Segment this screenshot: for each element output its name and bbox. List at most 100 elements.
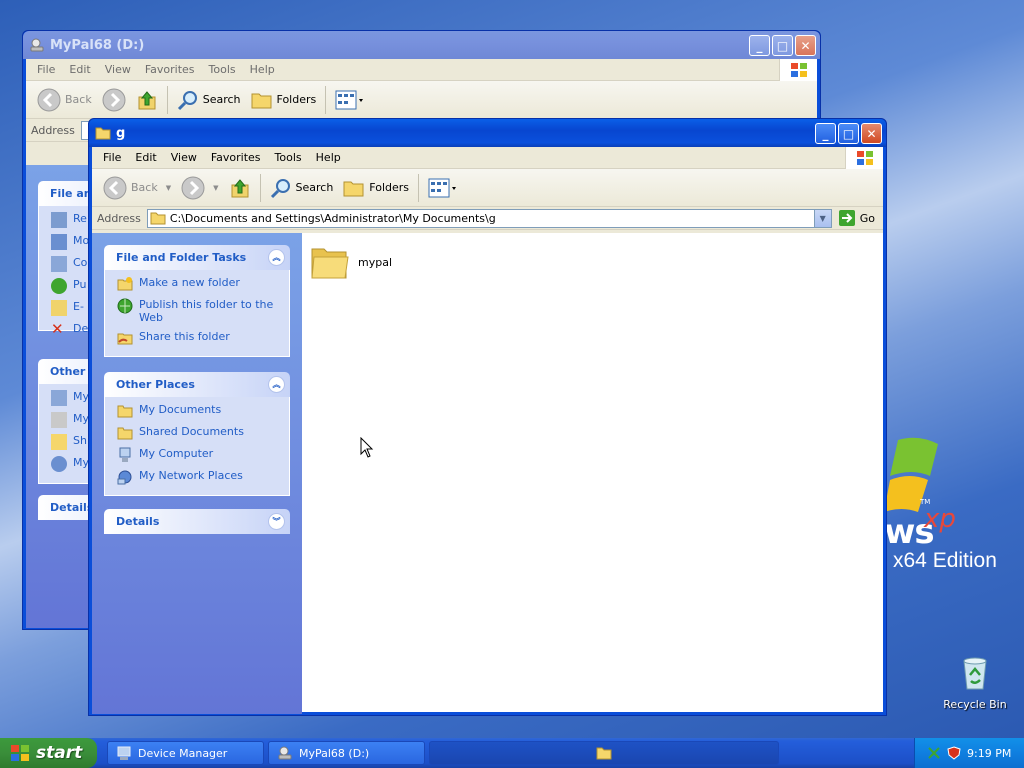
address-field[interactable]: C:\Documents and Settings\Administrator\… bbox=[146, 208, 832, 228]
panel-title: File and Folder Tasks bbox=[116, 251, 247, 264]
search-label: Search bbox=[295, 181, 334, 194]
my-documents-link[interactable]: My Documents bbox=[117, 403, 289, 419]
taskbar-device-manager[interactable]: Device Manager bbox=[107, 741, 264, 765]
toolbar-separator bbox=[166, 85, 168, 114]
menu-favorites[interactable]: Favorites bbox=[138, 63, 202, 76]
dropdown-arrow-icon: ▼ bbox=[165, 183, 172, 192]
taskbar-g-folder[interactable] bbox=[429, 741, 779, 765]
menu-edit[interactable]: Edit bbox=[128, 151, 163, 164]
mouse-cursor-icon bbox=[360, 437, 374, 458]
file-item[interactable]: mypal bbox=[310, 243, 392, 281]
folder-icon bbox=[95, 127, 111, 140]
my-network-places-link[interactable]: My Network Places bbox=[117, 469, 289, 485]
task-icon bbox=[51, 256, 67, 272]
system-tray: 9:19 PM bbox=[914, 738, 1024, 768]
mypal68-titlebar[interactable]: MyPal68 (D:) _ □ ✕ bbox=[23, 31, 820, 59]
forward-button[interactable]: ▼ bbox=[176, 173, 223, 203]
g-titlebar[interactable]: g _ □ ✕ bbox=[89, 119, 886, 147]
close-button[interactable]: ✕ bbox=[861, 123, 882, 144]
clock[interactable]: 9:19 PM bbox=[967, 747, 1011, 760]
minimize-icon: _ bbox=[756, 38, 763, 53]
network-tray-icon[interactable] bbox=[927, 746, 941, 760]
taskbar-mypal68[interactable]: MyPal68 (D:) bbox=[268, 741, 425, 765]
up-arrow-icon bbox=[138, 90, 156, 109]
window-title: g bbox=[116, 125, 126, 141]
menu-file[interactable]: File bbox=[30, 63, 62, 76]
windows-logo-icon bbox=[779, 59, 817, 81]
views-icon bbox=[335, 90, 364, 109]
search-button[interactable]: Search bbox=[172, 85, 246, 115]
menu-help[interactable]: Help bbox=[243, 63, 282, 76]
folder-icon bbox=[51, 434, 67, 450]
address-label: Address bbox=[97, 211, 141, 225]
menu-file[interactable]: File bbox=[96, 151, 128, 164]
task-pane: File and Folder Tasks ︽ Make a new folde… bbox=[92, 233, 302, 714]
minimize-button[interactable]: _ bbox=[749, 35, 770, 56]
minimize-button[interactable]: _ bbox=[815, 123, 836, 144]
my-computer-link[interactable]: My Computer bbox=[117, 447, 289, 463]
search-label: Search bbox=[202, 93, 241, 106]
up-folder-button[interactable] bbox=[224, 173, 256, 203]
recycle-bin-shortcut[interactable]: Recycle Bin bbox=[940, 655, 1010, 711]
g-window[interactable]: g _ □ ✕ File Edit View Favorites Tools H… bbox=[88, 118, 887, 716]
expand-icon[interactable]: ︾ bbox=[268, 513, 285, 530]
shared-documents-link[interactable]: Shared Documents bbox=[117, 425, 289, 441]
printer-icon bbox=[51, 412, 67, 428]
menu-view[interactable]: View bbox=[98, 63, 138, 76]
file-list-area[interactable]: mypal bbox=[302, 233, 883, 712]
publish-folder-link[interactable]: Publish this folder to the Web bbox=[117, 298, 289, 324]
views-button[interactable] bbox=[330, 85, 370, 115]
collapse-icon[interactable]: ︽ bbox=[268, 376, 285, 393]
menu-tools[interactable]: Tools bbox=[202, 63, 243, 76]
close-icon: ✕ bbox=[866, 126, 877, 141]
folders-button[interactable]: Folders bbox=[338, 173, 414, 203]
menu-help[interactable]: Help bbox=[309, 151, 348, 164]
back-arrow-icon bbox=[103, 176, 127, 199]
folders-button[interactable]: Folders bbox=[246, 85, 322, 115]
menu-view[interactable]: View bbox=[164, 151, 204, 164]
maximize-icon: □ bbox=[776, 38, 789, 53]
maximize-button[interactable]: □ bbox=[838, 123, 859, 144]
search-button[interactable]: Search bbox=[265, 173, 339, 203]
back-label: Back bbox=[65, 93, 92, 106]
up-folder-button[interactable] bbox=[131, 85, 163, 115]
folder-icon bbox=[117, 405, 133, 418]
panel-header[interactable]: Other Places ︽ bbox=[104, 372, 290, 397]
back-button[interactable]: Back bbox=[32, 85, 97, 115]
security-shield-icon[interactable] bbox=[947, 746, 961, 760]
go-button[interactable]: Go bbox=[832, 209, 883, 227]
start-button[interactable]: start bbox=[0, 738, 97, 768]
delete-icon: ✕ bbox=[51, 320, 64, 338]
menu-edit[interactable]: Edit bbox=[62, 63, 97, 76]
computer-icon bbox=[51, 390, 67, 406]
panel-header[interactable]: File and Folder Tasks ︽ bbox=[104, 245, 290, 270]
share-folder-link[interactable]: Share this folder bbox=[117, 330, 289, 346]
task-icon bbox=[51, 234, 67, 250]
forward-arrow-icon bbox=[181, 176, 205, 199]
window-title: MyPal68 (D:) bbox=[50, 37, 145, 53]
menu-tools[interactable]: Tools bbox=[268, 151, 309, 164]
address-value: C:\Documents and Settings\Administrator\… bbox=[169, 211, 496, 225]
globe-icon bbox=[117, 298, 133, 314]
search-icon bbox=[270, 178, 290, 198]
folders-icon bbox=[343, 181, 364, 196]
details-panel: Details ︾ bbox=[104, 509, 290, 534]
file-name: mypal bbox=[358, 255, 393, 269]
maximize-button[interactable]: □ bbox=[772, 35, 793, 56]
close-button[interactable]: ✕ bbox=[795, 35, 816, 56]
menu-favorites[interactable]: Favorites bbox=[204, 151, 268, 164]
forward-button[interactable] bbox=[97, 85, 131, 115]
share-folder-icon bbox=[117, 333, 133, 345]
views-button[interactable] bbox=[423, 173, 463, 203]
back-button[interactable]: Back ▼ bbox=[98, 173, 176, 203]
toolbar-separator bbox=[325, 85, 327, 114]
menubar: File Edit View Favorites Tools Help bbox=[26, 59, 817, 81]
search-icon bbox=[177, 90, 197, 110]
address-dropdown-button[interactable]: ▼ bbox=[813, 209, 831, 227]
collapse-icon[interactable]: ︽ bbox=[268, 249, 285, 266]
minimize-icon: _ bbox=[822, 126, 829, 141]
network-icon bbox=[117, 470, 132, 485]
make-new-folder-link[interactable]: Make a new folder bbox=[117, 276, 289, 292]
panel-header[interactable]: Details ︾ bbox=[104, 509, 290, 534]
drive-icon bbox=[30, 38, 44, 52]
